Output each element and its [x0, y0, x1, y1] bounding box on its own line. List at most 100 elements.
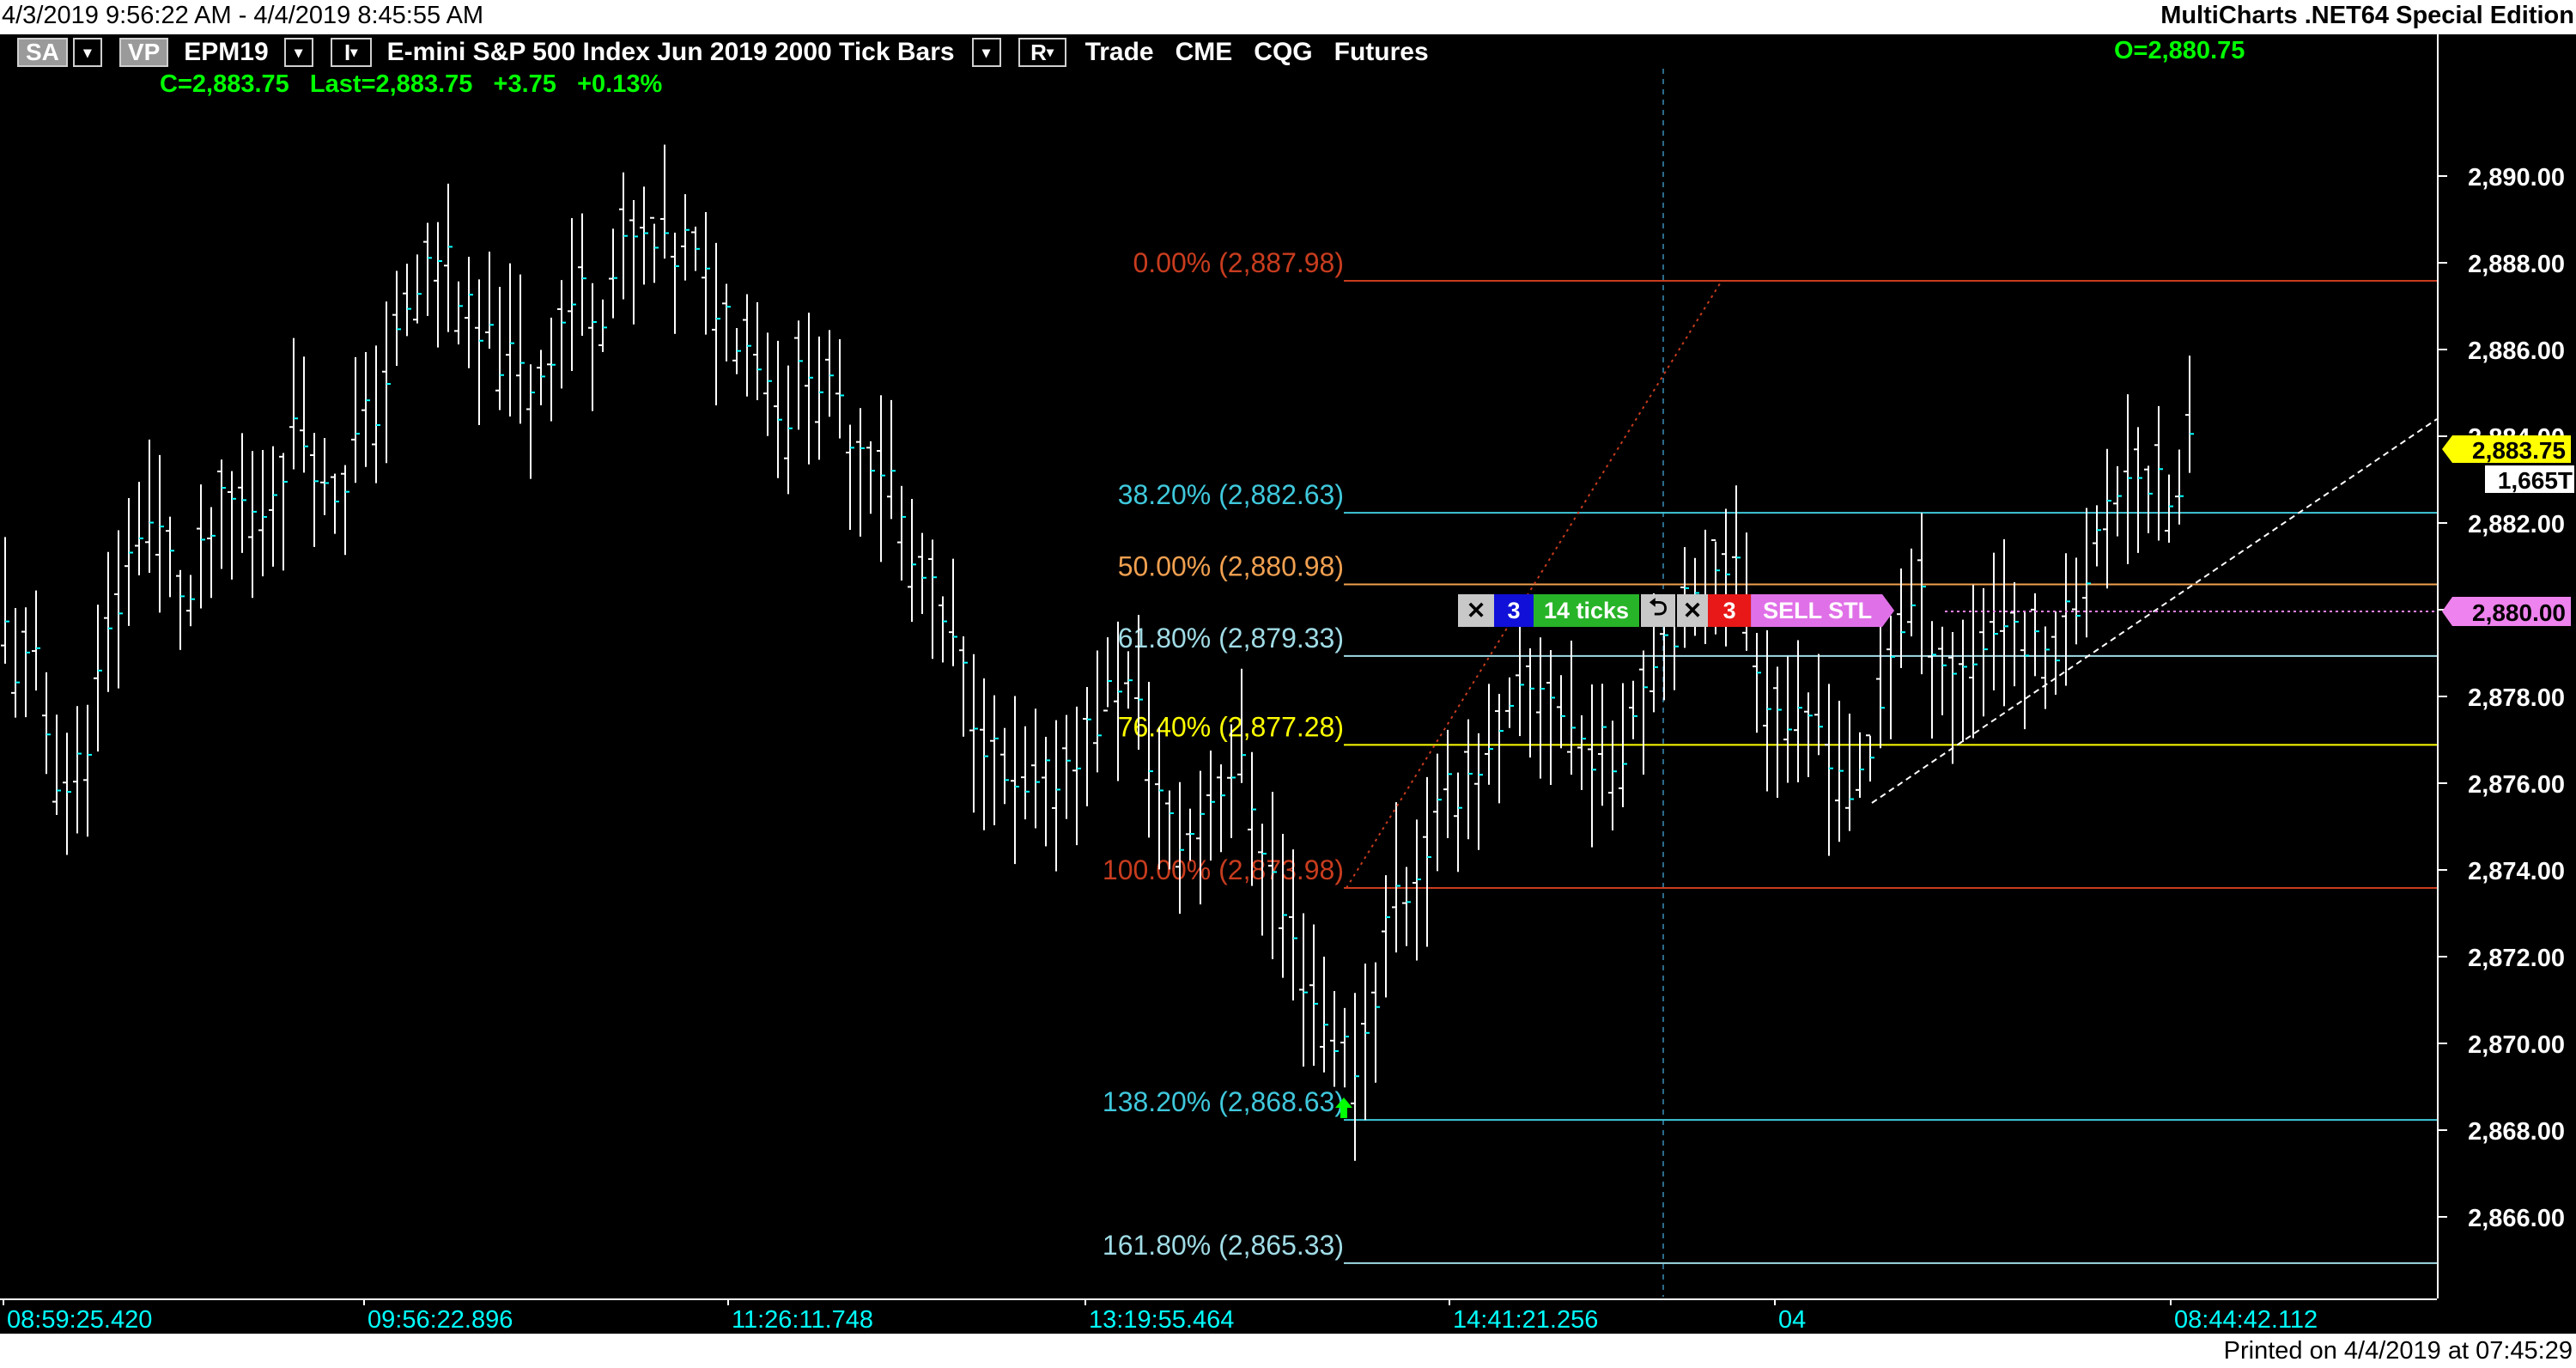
- price-chart[interactable]: 0.00% (2,887.98) 38.20% (2,882.63) 50.00% …: [0, 34, 2437, 1298]
- sell-stl-order-button[interactable]: SELL STL: [1751, 594, 1894, 627]
- cancel-order-button-2[interactable]: ✕: [1677, 594, 1709, 627]
- chevron-down-icon: ▾: [350, 46, 358, 60]
- ohlc-bar: [1979, 587, 1988, 717]
- ohlc-bar: [1897, 568, 1905, 668]
- ohlc-bar: [32, 590, 40, 691]
- fib-level-label: 38.20% (2,882.63): [1118, 479, 1344, 510]
- ohlc-bar: [2062, 553, 2070, 686]
- price-tick-label: 2,866.00: [2468, 1205, 2565, 1232]
- r-dropdown-button[interactable]: R ▾: [1018, 38, 1066, 67]
- r-label: R: [1030, 39, 1047, 65]
- ohlc-bar: [794, 320, 803, 430]
- ohlc-bar: [21, 607, 30, 718]
- ohlc-bar: [1103, 637, 1112, 712]
- ohlc-bar: [1464, 719, 1473, 840]
- price-axis[interactable]: 2,890.002,888.002,886.002,884.002,882.00…: [2437, 34, 2576, 1298]
- ohlc-bar: [1959, 619, 1967, 743]
- ohlc-bar: [1206, 750, 1215, 861]
- reverse-icon[interactable]: ⮌: [1641, 594, 1676, 627]
- ohlc-bar: [1371, 962, 1380, 1083]
- symbol-dropdown-button[interactable]: ▾: [283, 38, 313, 67]
- ohlc-bar: [475, 279, 483, 426]
- fib-level-label: 0.00% (2,887.98): [1133, 247, 1345, 278]
- ohlc-bar: [1176, 781, 1184, 915]
- ohlc-bar: [1814, 654, 1823, 756]
- ohlc-bar: [959, 636, 968, 737]
- ohlc-bar: [825, 330, 834, 417]
- ohlc-bar: [980, 678, 988, 830]
- interval-dropdown-button[interactable]: I ▾: [330, 38, 372, 67]
- vp-button[interactable]: VP: [118, 38, 169, 67]
- sa-dropdown-button[interactable]: ▾: [72, 38, 102, 67]
- ohlc-bar: [403, 264, 411, 337]
- ohlc-bar: [52, 714, 61, 815]
- ohlc-bar: [1773, 666, 1782, 799]
- sa-button[interactable]: SA: [17, 38, 68, 67]
- time-tick-label: 13:19:55.464: [1089, 1306, 1234, 1334]
- ohlc-bar: [588, 283, 597, 411]
- ohlc-bar: [1825, 684, 1833, 856]
- ohlc-bar: [650, 216, 659, 283]
- ohlc-bar: [114, 530, 123, 689]
- app-title: MultiCharts .NET64 Special Edition: [2160, 2, 2574, 29]
- time-tick-label: 14:41:21.256: [1453, 1306, 1598, 1334]
- order-quantity-right[interactable]: 3: [1708, 594, 1752, 627]
- ohlc-bar: [1907, 548, 1916, 637]
- tick-offset-label[interactable]: 14 ticks: [1534, 594, 1640, 627]
- ohlc-bar: [1526, 648, 1534, 758]
- ohlc-bar: [135, 482, 143, 575]
- ohlc-bar: [1474, 733, 1483, 850]
- order-bar: ✕ 3 14 ticks ⮌ ✕ 3 SELL STL: [1458, 594, 1894, 627]
- ohlc-bar: [1804, 692, 1813, 777]
- ohlc-bar: [1423, 776, 1431, 947]
- time-axis[interactable]: 08:59:25.420 09:56:22.896 11:26:11.748 13:1…: [0, 1298, 2437, 1334]
- fib-level-label: 50.00% (2,880.98): [1118, 551, 1344, 582]
- ohlc-bar: [660, 144, 669, 259]
- ohlc-bar: [805, 313, 813, 465]
- fib-level-label: 138.20% (2,868.63): [1103, 1086, 1344, 1117]
- ohlc-bar: [1000, 727, 1009, 805]
- ohlc-bar: [1011, 696, 1019, 865]
- price-tick-label: 2,882.00: [2468, 511, 2565, 538]
- ohlc-bar: [578, 213, 586, 336]
- ohlc-bar: [619, 172, 628, 300]
- ohlc-bar: [2154, 405, 2163, 541]
- ohlc-bar: [145, 439, 154, 573]
- ohlc-bar: [1186, 808, 1194, 861]
- ohlc-bar: [2020, 612, 2029, 730]
- ohlc-bar: [1413, 819, 1421, 961]
- ohlc-bar: [1021, 726, 1030, 820]
- ohlc-bar: [774, 340, 782, 478]
- description-dropdown-button[interactable]: ▾: [971, 38, 1001, 67]
- ohlc-bar: [1309, 924, 1318, 1066]
- ohlc-bar: [835, 339, 844, 439]
- price-tick-label: 2,868.00: [2468, 1118, 2565, 1146]
- ohlc-bar: [423, 222, 432, 316]
- ohlc-bar: [681, 194, 690, 281]
- ohlc-bar: [207, 507, 216, 599]
- ohlc-bar: [485, 252, 494, 350]
- ohlc-bar: [104, 551, 112, 692]
- ohlc-bar: [2144, 465, 2153, 533]
- ohlc-bar: [949, 558, 957, 666]
- price-tick-label: 2,876.00: [2468, 771, 2565, 799]
- order-quantity-left[interactable]: 3: [1494, 594, 1534, 627]
- ohlc-bar: [341, 465, 349, 556]
- ohlc-bar: [351, 356, 360, 483]
- ohlc-bar: [238, 433, 246, 553]
- price-tick-label: 2,890.00: [2468, 164, 2565, 192]
- ohlc-bar: [2010, 581, 2019, 687]
- ohlc-bar: [1031, 708, 1040, 829]
- print-footer: Printed on 4/4/2019 at 07:45:29: [0, 1334, 2576, 1368]
- ohlc-bar: [444, 183, 453, 332]
- ohlc-bar: [1155, 727, 1163, 870]
- ohlc-bar: [1, 537, 9, 664]
- ohlc-bar: [495, 286, 504, 410]
- ohlc-bar: [1794, 640, 1802, 783]
- ohlc-bar: [691, 226, 700, 271]
- ohlc-bar: [1742, 532, 1751, 651]
- ohlc-bar: [1886, 615, 1895, 739]
- ohlc-bar: [2072, 557, 2081, 645]
- cancel-order-button[interactable]: ✕: [1458, 594, 1494, 627]
- ohlc-bar: [1433, 753, 1442, 872]
